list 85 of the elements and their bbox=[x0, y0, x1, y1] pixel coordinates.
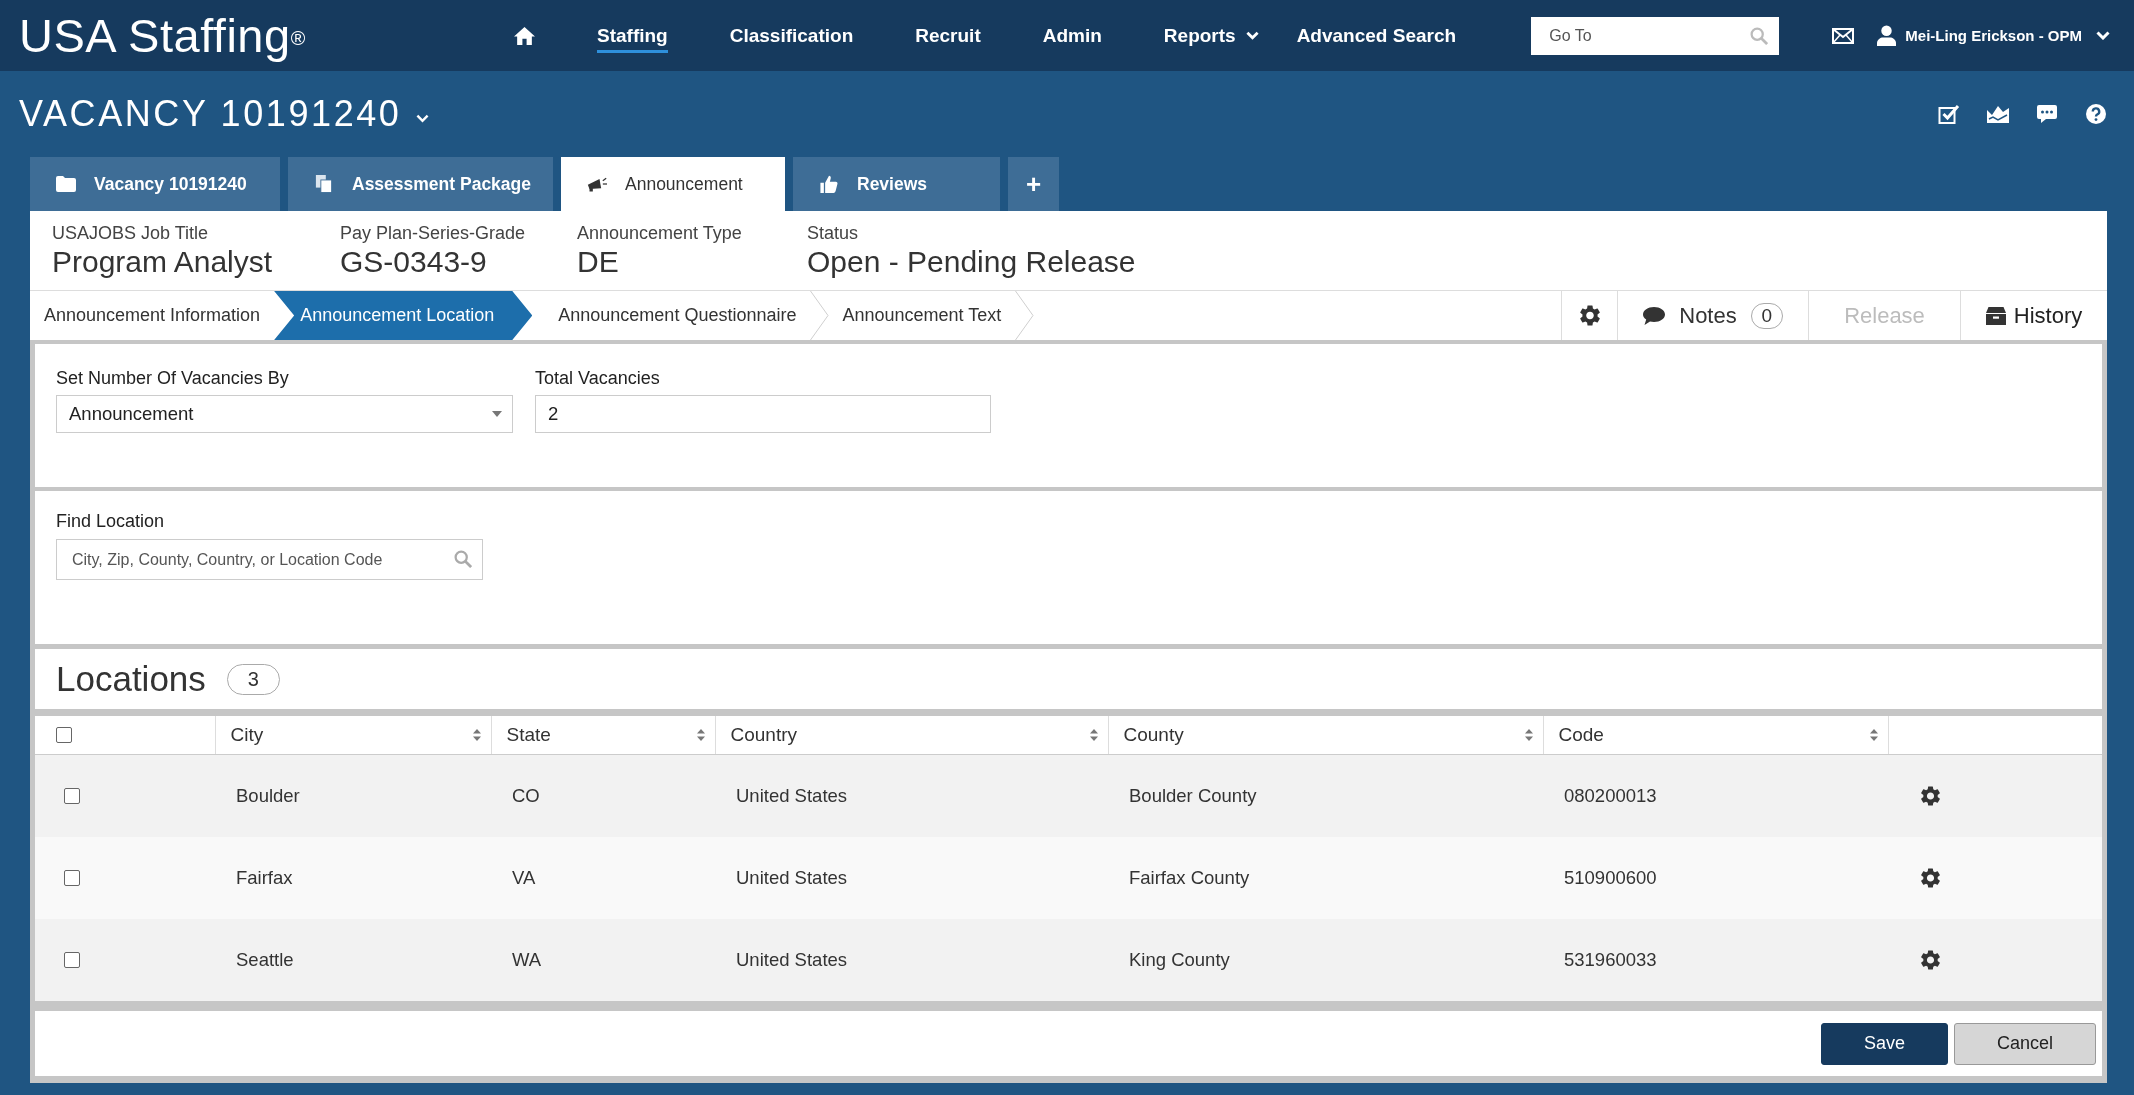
table-cell: CO bbox=[491, 754, 715, 837]
chart-icon[interactable] bbox=[1987, 104, 2009, 124]
sort-icon[interactable] bbox=[1089, 729, 1098, 741]
table-cell: Boulder County bbox=[1108, 754, 1543, 837]
table-cell: King County bbox=[1108, 919, 1543, 1001]
goto-search-field[interactable]: Go To bbox=[1531, 16, 1780, 55]
table-cell: VA bbox=[491, 837, 715, 919]
row-checkbox[interactable] bbox=[64, 870, 80, 886]
archive-box-icon bbox=[1985, 306, 2006, 325]
vacancies-by-dropdown[interactable]: Announcement bbox=[56, 395, 513, 433]
column-header[interactable]: Country bbox=[730, 724, 798, 746]
folder-icon bbox=[56, 175, 76, 193]
table-cell: United States bbox=[715, 837, 1108, 919]
select-all-checkbox[interactable] bbox=[56, 727, 72, 743]
chevron-down-icon[interactable] bbox=[415, 113, 429, 123]
save-button[interactable]: Save bbox=[1821, 1022, 1948, 1065]
settings-icon[interactable] bbox=[1921, 868, 1940, 888]
sort-icon[interactable] bbox=[1524, 729, 1533, 741]
nav-link[interactable]: Recruit bbox=[915, 18, 981, 53]
find-location-field[interactable]: City, Zip, County, Country, or Location Code bbox=[56, 539, 483, 580]
section-title: Locations bbox=[56, 659, 206, 699]
field-label: Find Location bbox=[56, 511, 165, 531]
tab[interactable]: Vacancy 10191240 bbox=[30, 157, 280, 211]
table-cell: Boulder bbox=[215, 754, 491, 837]
settings-icon[interactable] bbox=[1921, 786, 1940, 806]
table-cell: United States bbox=[715, 754, 1108, 837]
sort-icon[interactable] bbox=[472, 729, 481, 741]
nav-link[interactable]: Staffing bbox=[597, 18, 668, 53]
column-header[interactable]: City bbox=[230, 724, 264, 746]
tab[interactable]: Announcement bbox=[561, 157, 785, 211]
table-cell: 080200013 bbox=[1543, 754, 1888, 837]
step-tab[interactable]: Announcement Location bbox=[274, 291, 533, 340]
summary-value: GS-0343-9 bbox=[340, 244, 488, 279]
table-cell: WA bbox=[491, 919, 715, 1001]
field-label: Total Vacancies bbox=[535, 368, 660, 388]
settings-icon[interactable] bbox=[1579, 305, 1600, 326]
table-cell: Seattle bbox=[215, 919, 491, 1001]
row-checkbox[interactable] bbox=[64, 952, 80, 968]
table-cell: Fairfax County bbox=[1108, 837, 1543, 919]
tab[interactable]: Reviews bbox=[793, 157, 1000, 211]
summary-value: Program Analyst bbox=[52, 244, 274, 279]
nav-link[interactable]: Classification bbox=[729, 18, 854, 53]
help-icon[interactable] bbox=[2085, 104, 2107, 124]
nav-link[interactable]: Admin bbox=[1042, 18, 1102, 53]
row-checkbox[interactable] bbox=[64, 788, 80, 804]
home-icon bbox=[514, 26, 535, 45]
envelope-icon[interactable] bbox=[1832, 27, 1855, 44]
user-name[interactable]: Mei-Ling Erickson - OPM bbox=[1905, 27, 2082, 44]
documents-icon bbox=[314, 175, 334, 193]
notes-link[interactable]: Notes bbox=[1679, 302, 1737, 329]
speech-bubble-icon bbox=[1643, 306, 1666, 325]
table-cell: 510900600 bbox=[1543, 837, 1888, 919]
summary-value: Open - Pending Release bbox=[807, 244, 1137, 279]
total-vacancies-input[interactable]: 2 bbox=[535, 395, 991, 433]
nav-menu[interactable]: Reports bbox=[1163, 18, 1259, 53]
table-cell: United States bbox=[715, 919, 1108, 1001]
settings-icon[interactable] bbox=[1921, 950, 1940, 970]
checkbox-check-icon[interactable] bbox=[1938, 104, 1960, 124]
table-cell: 531960033 bbox=[1543, 919, 1888, 1001]
nav-link[interactable]: Advanced Search bbox=[1296, 18, 1457, 53]
app-logo[interactable]: USA Staffing$^{®}$ bbox=[19, 9, 306, 62]
thumbs-up-icon bbox=[819, 175, 839, 193]
summary-label: USAJOBS Job Title bbox=[52, 222, 210, 244]
user-icon[interactable] bbox=[1877, 25, 1897, 46]
vacancy-title: VACANCY 10191240 bbox=[19, 93, 402, 135]
sort-icon[interactable] bbox=[1869, 729, 1878, 741]
summary-label: Status bbox=[807, 222, 860, 244]
tab[interactable]: Assessment Package bbox=[288, 157, 553, 211]
summary-value: DE bbox=[577, 244, 620, 279]
chevron-down-icon bbox=[1245, 31, 1259, 40]
column-header[interactable]: State bbox=[506, 724, 551, 746]
chevron-down-icon[interactable] bbox=[2096, 31, 2110, 40]
summary-label: Pay Plan-Series-Grade bbox=[340, 222, 527, 244]
field-label: Set Number Of Vacancies By bbox=[56, 368, 289, 388]
cancel-button[interactable]: Cancel bbox=[1954, 1022, 2096, 1065]
megaphone-icon bbox=[587, 175, 607, 193]
chat-icon[interactable] bbox=[2036, 104, 2058, 124]
history-button[interactable]: History bbox=[1985, 302, 2083, 329]
table-cell: Fairfax bbox=[215, 837, 491, 919]
caret-icon bbox=[492, 411, 502, 417]
column-header[interactable]: County bbox=[1123, 724, 1184, 746]
column-header[interactable]: Code bbox=[1558, 724, 1604, 746]
sort-icon[interactable] bbox=[696, 729, 705, 741]
summary-label: Announcement Type bbox=[577, 222, 743, 244]
add-tab-button[interactable]: + bbox=[1008, 157, 1059, 211]
